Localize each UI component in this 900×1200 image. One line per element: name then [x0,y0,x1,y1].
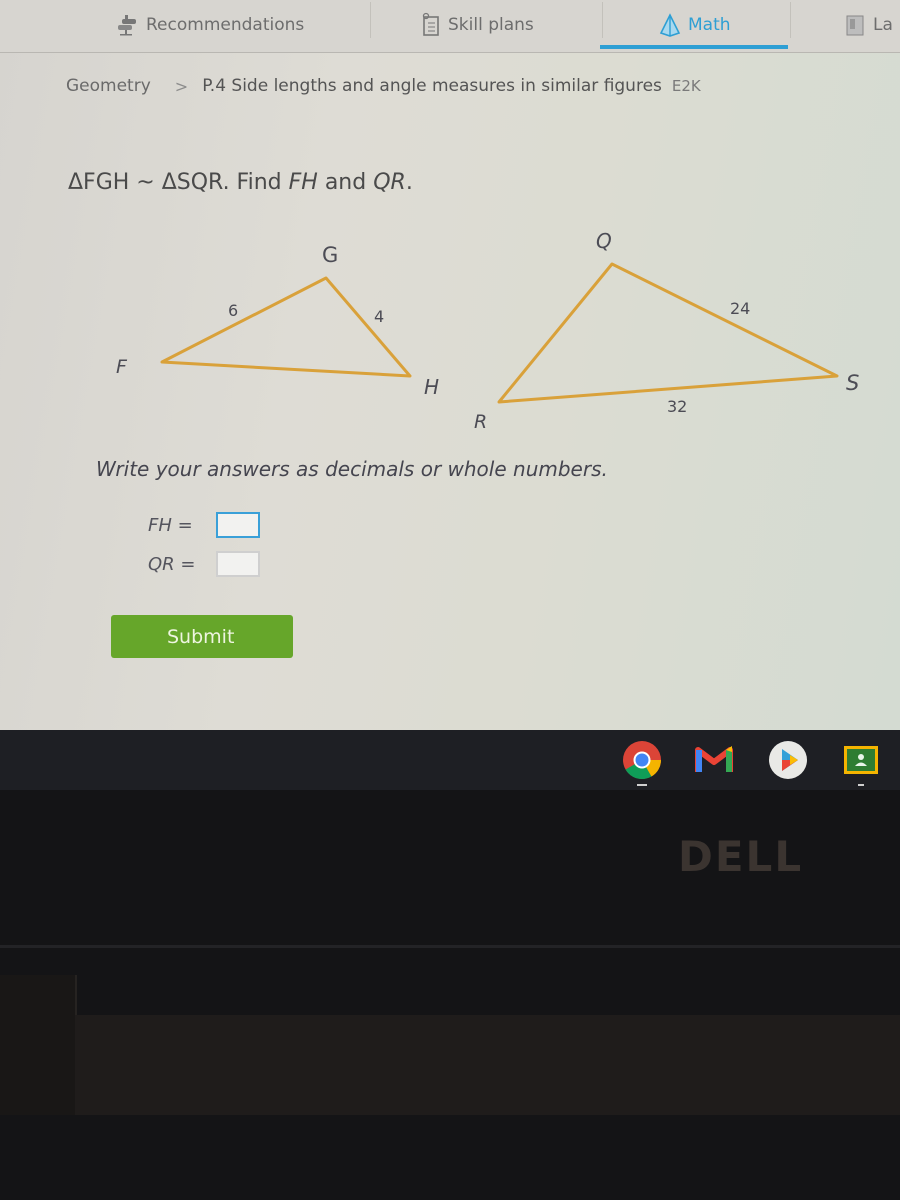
instructions: Write your answers as decimals or whole … [96,457,608,481]
tab-label: Skill plans [448,15,534,35]
pyramid-icon [658,13,682,37]
play-store-icon[interactable] [768,740,808,780]
variable-fh: FH [288,170,318,195]
bezel-edge [0,945,900,948]
answer-label: FH = [148,514,193,536]
os-shelf [0,730,900,790]
find-text: . Find [222,170,289,195]
answer-row-qr: QR = [148,551,260,577]
side-label-qs: 24 [730,299,750,318]
tab-recommendations[interactable]: Recommendations [116,0,304,50]
vertex-r: R [474,411,487,433]
language-arts-icon [845,13,867,37]
gmail-icon[interactable] [694,740,734,780]
tab-divider [790,2,791,38]
active-tab-indicator [600,45,788,49]
breadcrumb: Geometry > P.4 Side lengths and angle me… [66,76,701,96]
tab-language-arts[interactable]: La [845,0,893,50]
running-indicator [637,784,647,786]
chrome-icon[interactable] [622,740,662,780]
tab-divider [602,2,603,38]
variable-qr: QR [373,170,406,195]
tab-label: Math [688,15,731,35]
vertex-q: Q [596,229,612,253]
vertex-h: H [424,375,439,399]
classroom-icon[interactable] [842,740,882,780]
breadcrumb-skill: P.4 Side lengths and angle measures in s… [202,76,662,96]
vertex-s: S [846,371,859,395]
top-nav: Recommendations Skill plans Math La [0,0,900,53]
tab-skill-plans[interactable]: Skill plans [420,0,534,50]
chevron-right-icon: > [174,76,189,96]
question-prompt: ΔFGH ~ ΔSQR. Find FH and QR. [68,170,413,195]
similar-triangles-figure: F G H 6 4 S Q R 24 32 [0,210,900,440]
breadcrumb-subject[interactable]: Geometry [66,76,151,96]
tab-label: Recommendations [146,15,305,35]
triangle-1-name: ΔFGH [68,170,130,195]
browser-screen: Recommendations Skill plans Math La Geom… [0,0,900,730]
hinge-side [0,975,77,1115]
and-text: and [317,170,374,195]
tab-math[interactable]: Math [658,0,731,50]
running-indicator [858,784,864,786]
answer-row-fh: FH = [148,512,260,538]
tab-divider [370,2,371,38]
submit-button[interactable]: Submit [111,615,293,658]
vertex-f: F [116,356,128,378]
vertex-g: G [322,243,338,267]
skill-code: E2K [671,77,701,95]
period: . [405,170,413,195]
side-label-gh: 4 [374,307,384,326]
triangle-sqr: S Q R 24 32 [474,229,859,433]
qr-input[interactable] [216,551,260,577]
triangle-fgh: F G H 6 4 [116,243,439,399]
answer-label: QR = [148,553,196,575]
triangle-2-name: ΔSQR [161,170,223,195]
dell-logo: DELL [678,832,804,881]
recommendations-icon [116,13,140,37]
side-label-rs: 32 [667,397,687,416]
fh-input[interactable] [216,512,260,538]
skill-plans-icon [420,12,442,38]
side-label-fg: 6 [228,301,238,320]
tab-label: La [873,15,893,35]
similar-symbol: ~ [129,170,162,195]
laptop-hinge [75,1015,900,1115]
